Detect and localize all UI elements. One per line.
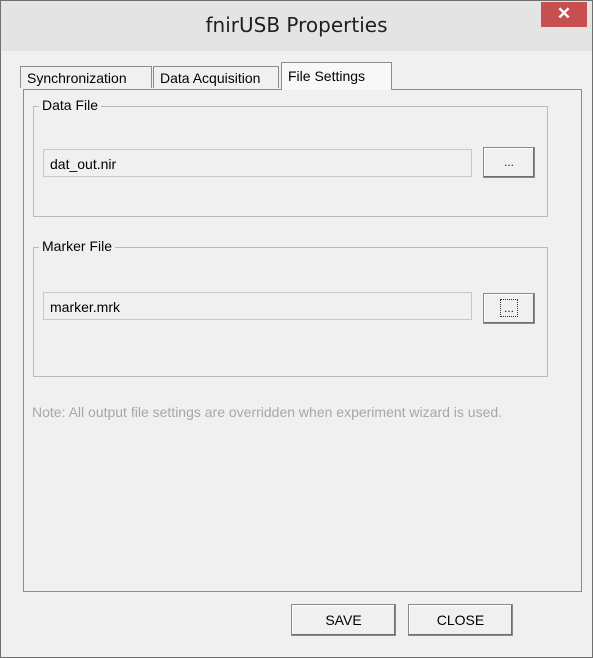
data-file-browse-button[interactable]: ... bbox=[483, 147, 535, 178]
data-file-group-label: Data File bbox=[39, 97, 102, 113]
tab-panel-file-settings: Data File dat_out.nir ... Marker File ma… bbox=[23, 89, 582, 592]
marker-file-group-label: Marker File bbox=[39, 238, 116, 254]
browse-label: ... bbox=[499, 299, 519, 317]
tab-data-acquisition[interactable]: Data Acquisition bbox=[153, 66, 279, 88]
close-button[interactable]: CLOSE bbox=[408, 604, 513, 636]
title-bar[interactable]: fnirUSB Properties ✕ bbox=[1, 1, 592, 51]
close-icon[interactable]: ✕ bbox=[541, 2, 587, 27]
data-file-group: Data File dat_out.nir ... bbox=[33, 97, 548, 217]
browse-label: ... bbox=[503, 155, 514, 169]
window-title: fnirUSB Properties bbox=[205, 13, 388, 37]
marker-file-field[interactable]: marker.mrk bbox=[43, 292, 472, 320]
save-button[interactable]: SAVE bbox=[291, 604, 396, 636]
data-file-field[interactable]: dat_out.nir bbox=[43, 149, 472, 177]
marker-file-group: Marker File marker.mrk ... bbox=[33, 238, 548, 377]
marker-file-browse-button[interactable]: ... bbox=[483, 293, 535, 324]
dialog-client-area: Synchronization Data Acquisition File Se… bbox=[9, 52, 584, 651]
tab-file-settings[interactable]: File Settings bbox=[281, 62, 392, 90]
tab-synchronization[interactable]: Synchronization bbox=[20, 66, 152, 88]
properties-dialog: fnirUSB Properties ✕ Synchronization Dat… bbox=[0, 0, 593, 658]
override-note: Note: All output file settings are overr… bbox=[32, 404, 503, 420]
